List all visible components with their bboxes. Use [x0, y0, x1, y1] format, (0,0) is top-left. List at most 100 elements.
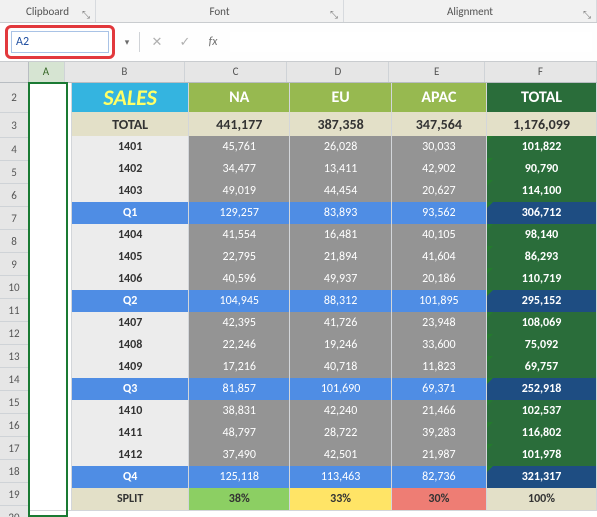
period-apac[interactable]: 33,600 — [392, 334, 487, 357]
quarter-eu[interactable]: 101,690 — [290, 378, 391, 401]
row-header[interactable]: 11 — [0, 299, 28, 322]
period-na[interactable]: 49,019 — [189, 180, 290, 203]
quarter-eu[interactable]: 83,893 — [290, 202, 391, 225]
row-header[interactable]: 4 — [0, 138, 28, 161]
totals-eu[interactable]: 387,358 — [290, 112, 391, 137]
cell-blank[interactable] — [28, 488, 72, 511]
period-label[interactable]: 1409 — [72, 356, 189, 379]
quarter-apac[interactable]: 69,371 — [392, 378, 487, 401]
cell-blank[interactable] — [28, 158, 72, 181]
column-header[interactable]: B — [65, 62, 185, 82]
period-eu[interactable]: 44,454 — [290, 180, 391, 203]
period-label[interactable]: 1403 — [72, 180, 189, 203]
period-na[interactable]: 37,490 — [189, 444, 290, 467]
quarter-apac[interactable]: 93,562 — [392, 202, 487, 225]
row-header[interactable]: 3 — [0, 113, 28, 138]
period-apac[interactable]: 41,604 — [392, 246, 487, 269]
cell-area[interactable]: SALESNAEUAPACTOTALTOTAL441,177387,358347… — [28, 82, 597, 517]
period-apac[interactable]: 11,823 — [392, 356, 487, 379]
period-na[interactable]: 38,831 — [189, 400, 290, 423]
column-headers[interactable]: ABCDEF — [28, 62, 597, 83]
quarter-total[interactable]: 306,712 — [487, 202, 597, 225]
totals-grand[interactable]: 1,176,099 — [487, 112, 597, 137]
quarter-eu[interactable]: 88,312 — [290, 290, 391, 313]
period-total[interactable]: 101,978 — [487, 444, 597, 467]
period-apac[interactable]: 42,902 — [392, 158, 487, 181]
row-header[interactable]: 2 — [0, 82, 28, 113]
cell-blank[interactable] — [28, 180, 72, 203]
row-header[interactable]: 15 — [0, 391, 28, 414]
period-total[interactable]: 90,790 — [487, 158, 597, 181]
period-eu[interactable]: 13,411 — [290, 158, 391, 181]
period-na[interactable]: 17,216 — [189, 356, 290, 379]
period-eu[interactable]: 42,240 — [290, 400, 391, 423]
spreadsheet-grid[interactable]: ABCDEF 234567891011121314151617181920 SA… — [0, 62, 597, 517]
period-na[interactable]: 41,554 — [189, 224, 290, 247]
row-header[interactable]: 17 — [0, 437, 28, 460]
enter-entry-icon[interactable]: ✓ — [174, 31, 196, 53]
period-eu[interactable]: 41,726 — [290, 312, 391, 335]
cell-blank[interactable] — [28, 224, 72, 247]
cell-blank[interactable] — [28, 82, 72, 113]
cell-blank[interactable] — [28, 444, 72, 467]
row-header[interactable]: 13 — [0, 345, 28, 368]
name-box-dropdown-icon[interactable]: ▾ — [121, 37, 133, 48]
period-total[interactable]: 69,757 — [487, 356, 597, 379]
quarter-na[interactable]: 129,257 — [189, 202, 290, 225]
cell-blank[interactable] — [28, 202, 72, 225]
period-na[interactable]: 22,246 — [189, 334, 290, 357]
column-header[interactable]: F — [485, 62, 597, 82]
quarter-na[interactable]: 125,118 — [189, 466, 290, 489]
split-eu[interactable]: 33% — [290, 488, 391, 511]
period-eu[interactable]: 21,894 — [290, 246, 391, 269]
period-total[interactable]: 108,069 — [487, 312, 597, 335]
cell-blank[interactable] — [28, 136, 72, 159]
cell-blank[interactable] — [28, 312, 72, 335]
row-header[interactable]: 20 — [0, 506, 28, 517]
cell-blank[interactable] — [28, 112, 72, 137]
period-apac[interactable]: 20,627 — [392, 180, 487, 203]
period-apac[interactable]: 30,033 — [392, 136, 487, 159]
split-na[interactable]: 38% — [189, 488, 290, 511]
quarter-label[interactable]: Q1 — [72, 202, 189, 225]
period-total[interactable]: 101,822 — [487, 136, 597, 159]
totals-apac[interactable]: 347,564 — [392, 112, 487, 137]
period-label[interactable]: 1407 — [72, 312, 189, 335]
row-header[interactable]: 8 — [0, 230, 28, 253]
cell-blank[interactable] — [28, 290, 72, 313]
totals-na[interactable]: 441,177 — [189, 112, 290, 137]
row-header[interactable]: 16 — [0, 414, 28, 437]
period-na[interactable]: 48,797 — [189, 422, 290, 445]
period-total[interactable]: 116,802 — [487, 422, 597, 445]
quarter-na[interactable]: 81,857 — [189, 378, 290, 401]
period-label[interactable]: 1411 — [72, 422, 189, 445]
cell-blank[interactable] — [28, 356, 72, 379]
name-box[interactable]: A2 — [11, 31, 109, 53]
quarter-total[interactable]: 321,317 — [487, 466, 597, 489]
period-label[interactable]: 1412 — [72, 444, 189, 467]
column-header[interactable]: A — [28, 62, 65, 82]
quarter-label[interactable]: Q3 — [72, 378, 189, 401]
cell-blank[interactable] — [28, 400, 72, 423]
cancel-entry-icon[interactable]: ✕ — [146, 31, 168, 53]
split-total[interactable]: 100% — [487, 488, 597, 511]
header-na[interactable]: NA — [189, 82, 290, 113]
row-header[interactable]: 9 — [0, 253, 28, 276]
quarter-total[interactable]: 295,152 — [487, 290, 597, 313]
period-apac[interactable]: 39,283 — [392, 422, 487, 445]
period-na[interactable]: 42,395 — [189, 312, 290, 335]
dialog-launcher-icon[interactable]: ⤡ — [81, 10, 91, 20]
totals-label[interactable]: TOTAL — [72, 112, 189, 137]
quarter-na[interactable]: 104,945 — [189, 290, 290, 313]
quarter-apac[interactable]: 82,736 — [392, 466, 487, 489]
cell-blank[interactable] — [28, 268, 72, 291]
period-label[interactable]: 1405 — [72, 246, 189, 269]
period-total[interactable]: 86,293 — [487, 246, 597, 269]
cell-blank[interactable] — [28, 422, 72, 445]
insert-function-icon[interactable]: fx — [202, 31, 224, 53]
row-header[interactable]: 10 — [0, 276, 28, 299]
period-apac[interactable]: 20,186 — [392, 268, 487, 291]
period-total[interactable]: 98,140 — [487, 224, 597, 247]
period-eu[interactable]: 49,937 — [290, 268, 391, 291]
dialog-launcher-icon[interactable]: ⤡ — [582, 10, 592, 20]
